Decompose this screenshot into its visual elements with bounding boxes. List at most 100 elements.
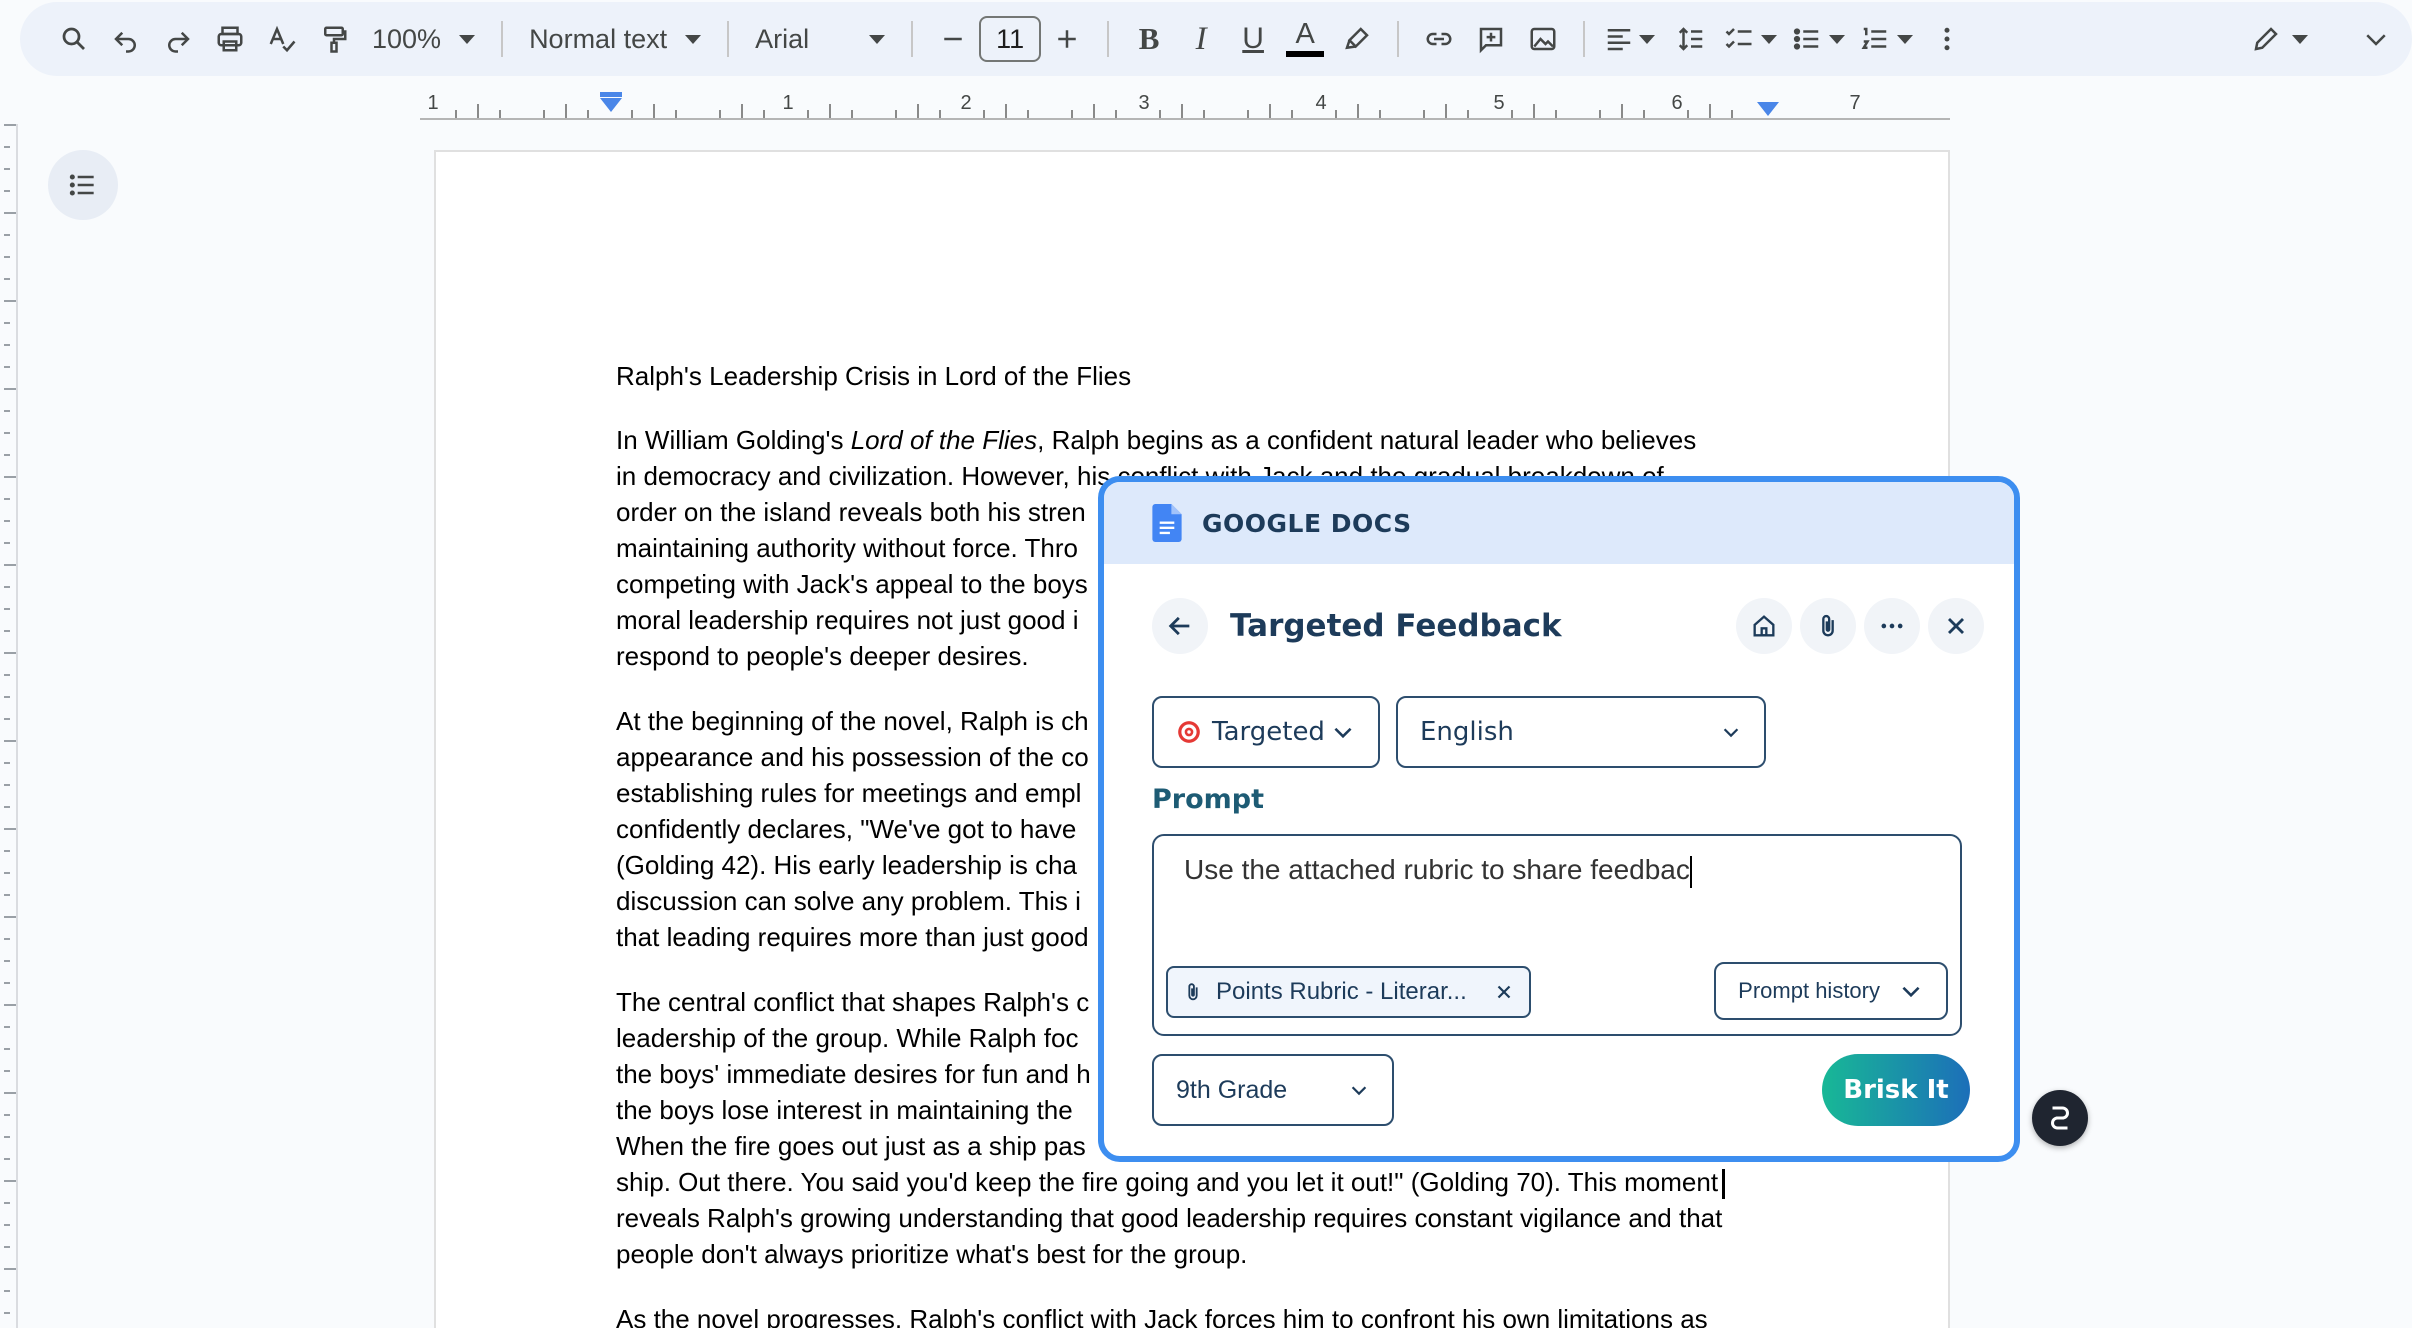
chevron-down-icon [869,34,886,44]
grade-level-value: 9th Grade [1176,1075,1288,1104]
ruler-label: 1 [427,92,439,114]
ruler-tick [4,300,16,302]
ruler-tick [4,278,10,280]
italic-button[interactable]: I [1175,13,1227,65]
brisk-it-button[interactable]: Brisk It [1822,1054,1970,1126]
right-indent-marker[interactable] [1757,102,1779,116]
ruler-tick [4,872,10,874]
increase-font-size-icon[interactable] [1041,13,1093,65]
home-icon [1753,615,1775,637]
book-title: Lord of the Flies [850,425,1038,455]
ruler-tick [1159,110,1161,118]
ruler-label: 3 [1138,92,1150,114]
insert-link-icon[interactable] [1413,13,1465,65]
chevron-down-icon [1334,727,1352,739]
ruler-tick [1115,110,1117,118]
line-spacing-icon[interactable] [1665,13,1717,65]
paragraph-style-select[interactable]: Normal text [517,13,713,65]
attachment-name: Points Rubric - Literar... [1216,978,1467,1005]
ruler-baseline [420,118,1950,120]
ruler-tick [4,784,10,786]
add-comment-icon[interactable] [1465,13,1517,65]
ruler-tick [653,104,655,118]
numbered-list-icon[interactable] [1853,13,1897,65]
attachment-chip[interactable]: Points Rubric - Literar... [1166,966,1531,1018]
text-color-letter: A [1295,18,1315,50]
feedback-mode-select[interactable]: Targeted [1152,696,1380,768]
remove-attachment-icon[interactable] [1493,981,1515,1003]
chevron-down-icon[interactable] [2292,34,2308,44]
ruler-tick [4,652,16,654]
chevron-down-icon [1351,1086,1367,1096]
ruler-tick [983,110,985,118]
more-options-icon[interactable] [1921,13,1973,65]
document-outline-button[interactable] [48,150,118,220]
decrease-font-size-icon[interactable] [927,13,979,65]
spellcheck-icon[interactable] [256,13,308,65]
ruler-tick [1005,104,1007,118]
back-button[interactable] [1152,598,1208,654]
highlight-icon[interactable] [1331,13,1383,65]
ruler-tick [565,104,567,118]
underline-button[interactable]: U [1227,13,1279,65]
chevron-down-icon[interactable] [1639,34,1656,44]
first-line-indent-marker[interactable] [600,92,622,97]
ruler-tick [4,564,16,566]
horizontal-ruler[interactable]: 1 1 2 3 4 5 6 7 [420,92,1950,124]
formatting-toolbar: 100% Normal text Arial 11 B I U A [20,2,2412,76]
hide-menus-icon[interactable] [2350,13,2402,65]
editing-mode-icon[interactable] [2240,13,2292,65]
attach-button[interactable] [1800,598,1856,654]
prompt-textarea[interactable]: Use the attached rubric to share feedbac… [1152,834,1962,1036]
vertical-ruler[interactable] [0,124,18,1328]
language-value: English [1420,717,1514,747]
print-icon[interactable] [204,13,256,65]
ruler-tick [4,344,10,346]
ruler-tick [719,110,721,118]
ruler-tick [4,1312,10,1314]
undo-icon[interactable] [100,13,152,65]
insert-image-icon[interactable] [1517,13,1569,65]
ruler-tick [4,1224,10,1226]
checklist-icon[interactable] [1717,13,1761,65]
feedback-mode-value: Targeted [1212,717,1325,747]
ruler-tick [939,110,941,118]
ruler-tick [1093,104,1095,118]
ruler-tick [1445,104,1447,118]
chevron-down-icon[interactable] [1897,34,1914,44]
grade-level-select[interactable]: 9th Grade [1152,1054,1394,1126]
text-color-button[interactable]: A [1279,13,1331,65]
brisk-launcher-button[interactable] [2032,1090,2088,1146]
close-button[interactable] [1928,598,1984,654]
google-docs-icon [1152,504,1182,542]
text-cursor [1722,1169,1726,1200]
ruler-tick [4,146,10,148]
chevron-down-icon[interactable] [1761,34,1778,44]
bold-button[interactable]: B [1123,13,1175,65]
ruler-tick [1203,110,1205,118]
font-select[interactable]: Arial [743,13,897,65]
ruler-label: 6 [1671,92,1683,114]
ruler-label: 7 [1849,92,1861,114]
home-button[interactable] [1736,598,1792,654]
options-row: Targeted English [1152,696,1766,768]
ruler-tick [499,110,501,118]
bulleted-list-icon[interactable] [1785,13,1829,65]
redo-icon[interactable] [152,13,204,65]
left-indent-marker[interactable] [600,98,622,112]
prompt-value: Use the attached rubric to share feedbac [1184,854,1690,885]
font-size-input[interactable]: 11 [979,16,1042,62]
language-select[interactable]: English [1396,696,1766,768]
align-left-icon[interactable] [1599,13,1639,65]
more-button[interactable] [1864,598,1920,654]
chevron-down-icon[interactable] [1829,34,1846,44]
prompt-history-button[interactable]: Prompt history [1714,962,1948,1020]
paint-format-icon[interactable] [308,13,360,65]
paragraph-text: In William Golding's [616,425,851,455]
ruler-tick [587,110,589,118]
zoom-select[interactable]: 100% [360,13,487,65]
toolbar-divider [727,21,730,57]
chevron-down-icon [1902,986,1920,998]
search-menus-icon[interactable] [48,13,100,65]
ruler-tick [4,124,16,126]
